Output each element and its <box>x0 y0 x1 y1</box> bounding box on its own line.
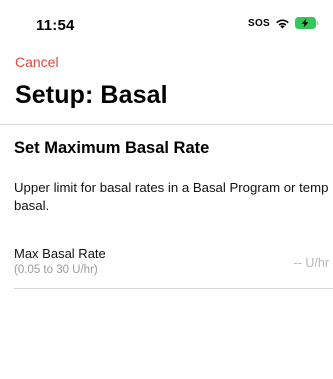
divider <box>0 124 333 125</box>
status-bar: 11:54 SOS <box>0 0 333 50</box>
status-indicators: SOS <box>248 17 319 29</box>
setup-basal-screen: 11:54 SOS Cancel Setup: Basal Set Maximu… <box>0 0 333 379</box>
cancel-button[interactable]: Cancel <box>15 54 59 70</box>
wifi-icon <box>275 18 290 29</box>
divider <box>14 288 333 289</box>
max-basal-rate-row[interactable]: Max Basal Rate (0.05 to 30 U/hr) -- U/hr <box>0 240 333 290</box>
battery-charging-icon <box>295 17 319 29</box>
max-basal-rate-label: Max Basal Rate <box>14 246 106 261</box>
section-heading: Set Maximum Basal Rate <box>14 139 210 157</box>
max-basal-rate-value[interactable]: -- U/hr <box>294 256 329 270</box>
max-basal-rate-range: (0.05 to 30 U/hr) <box>14 264 98 276</box>
section-description: Upper limit for basal rates in a Basal P… <box>14 180 329 213</box>
status-time: 11:54 <box>36 17 75 34</box>
page-title: Setup: Basal <box>15 81 168 109</box>
sos-indicator: SOS <box>247 17 270 29</box>
